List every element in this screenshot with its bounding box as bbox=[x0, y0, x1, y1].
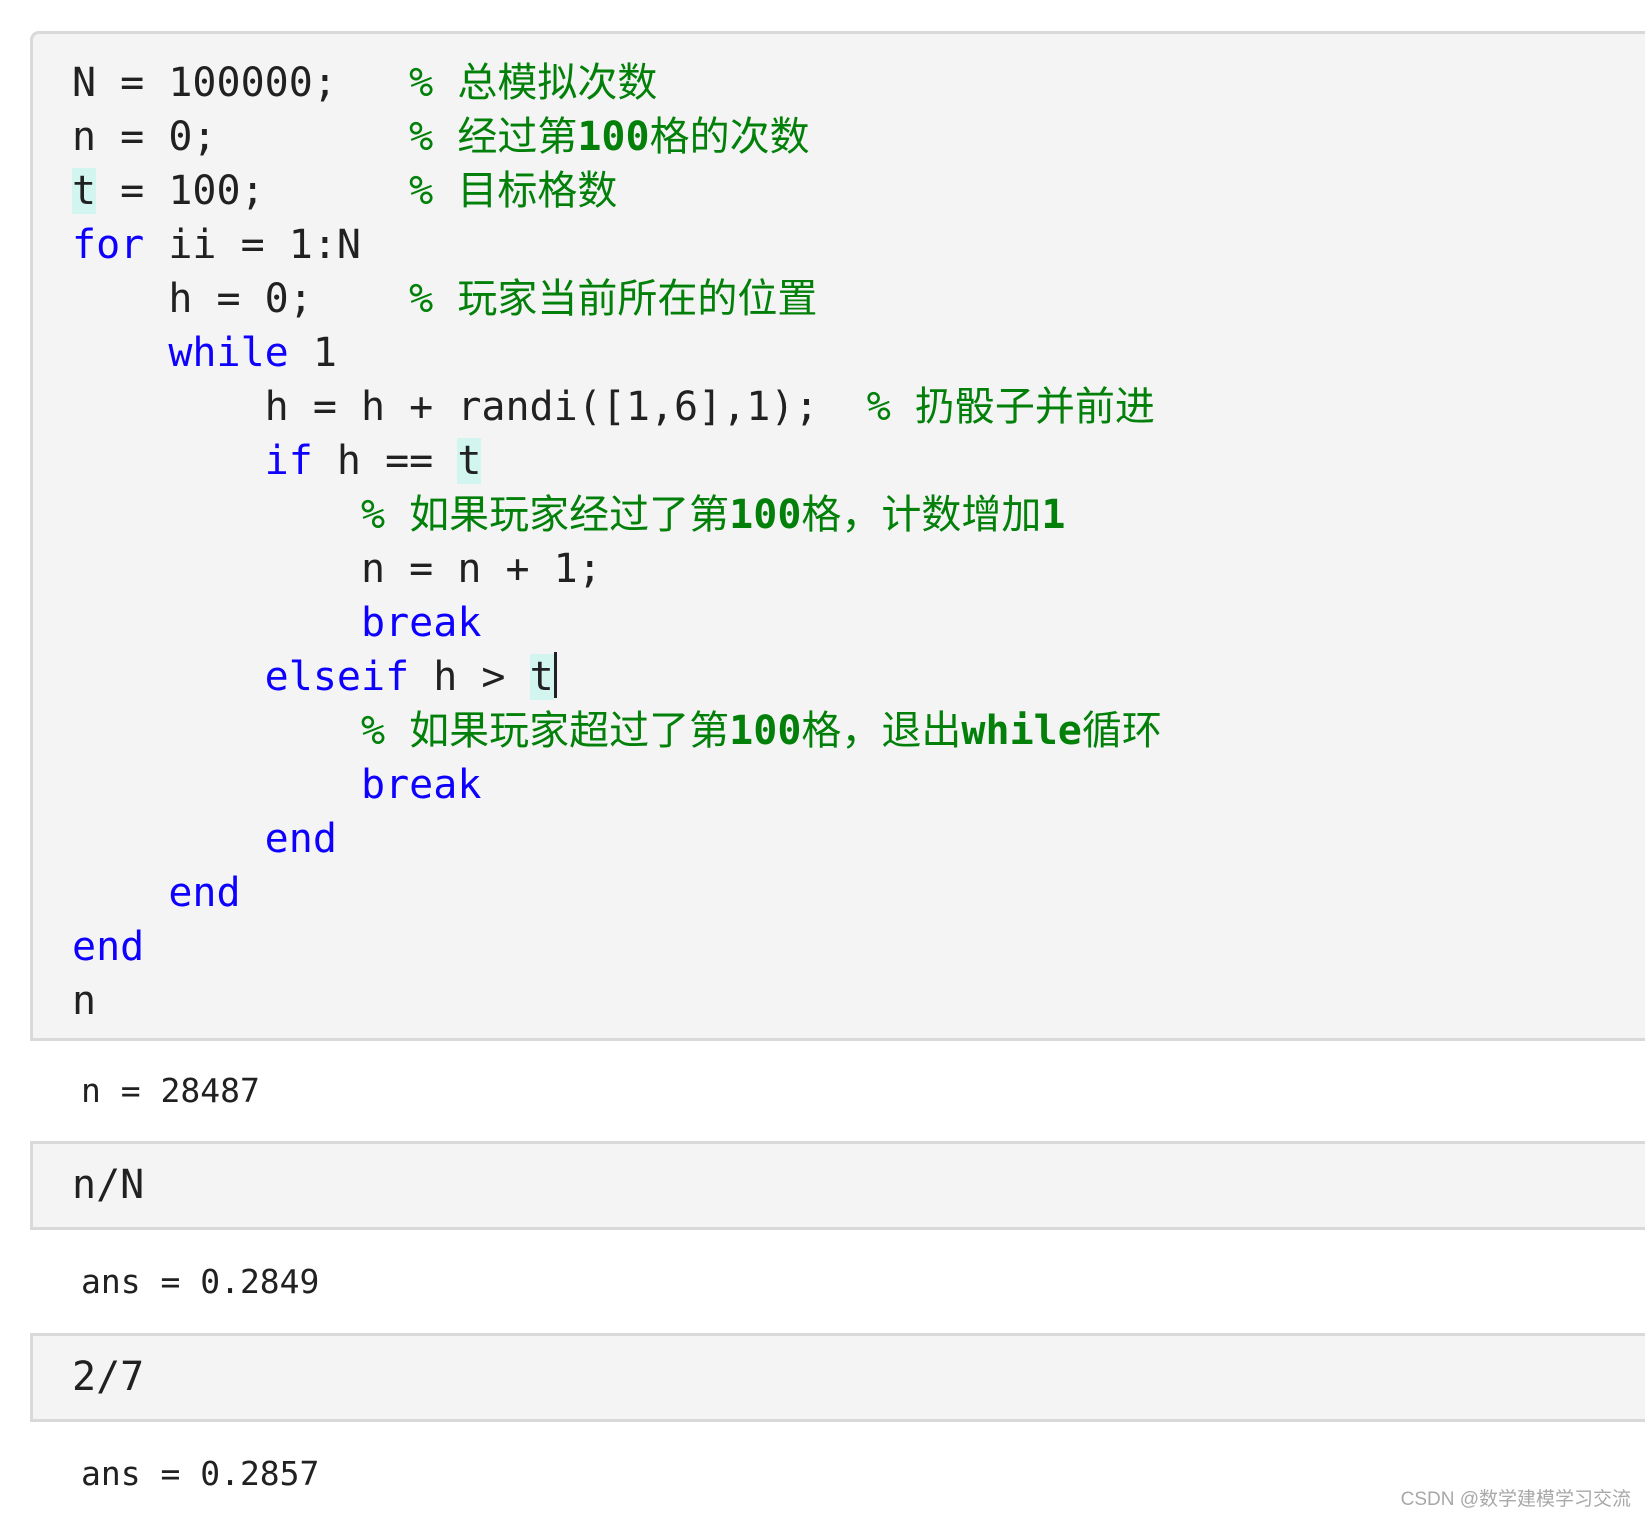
code-line: n = 0; % 经过第100格的次数 bbox=[72, 110, 1162, 164]
comment-text: 如果玩家经过了第 bbox=[409, 492, 730, 538]
keyword: end bbox=[72, 924, 145, 970]
comment-token: 100 bbox=[729, 492, 802, 538]
comment-token: 1 bbox=[1041, 492, 1066, 538]
code-line: n/N bbox=[72, 1158, 144, 1212]
comment: % 玩家当前所在的位置 bbox=[409, 276, 817, 322]
comment: % 如果玩家超过了第100格，退出while循环 bbox=[361, 708, 1162, 754]
highlighted-variable: t bbox=[457, 438, 482, 484]
comment-text: 经过第 bbox=[457, 114, 578, 160]
code-editor[interactable]: 2/7 bbox=[72, 1350, 144, 1404]
cell-output-3: ans = 0.2857 bbox=[81, 1454, 320, 1493]
code-text: n = 0; bbox=[72, 114, 410, 160]
keyword: end bbox=[264, 816, 337, 862]
code-text: h = 0; bbox=[168, 276, 410, 322]
highlighted-variable: t bbox=[529, 654, 554, 700]
comment-token: 100 bbox=[729, 708, 802, 754]
code-line: 2/7 bbox=[72, 1350, 144, 1404]
code-line: while 1 bbox=[72, 326, 1162, 380]
code-line: N = 100000; % 总模拟次数 bbox=[72, 56, 1162, 110]
comment: % 如果玩家经过了第100格，计数增加1 bbox=[361, 492, 1066, 538]
code-text: 1 bbox=[288, 330, 337, 376]
code-line: % 如果玩家经过了第100格，计数增加1 bbox=[72, 488, 1162, 542]
code-line: break bbox=[72, 596, 1162, 650]
code-line: % 如果玩家超过了第100格，退出while循环 bbox=[72, 704, 1162, 758]
code-line: h = h + randi([1,6],1); % 扔骰子并前进 bbox=[72, 380, 1162, 434]
code-line: n = n + 1; bbox=[72, 542, 1162, 596]
keyword: elseif bbox=[264, 654, 410, 700]
keyword: for bbox=[72, 222, 145, 268]
comment-text: 如果玩家超过了第 bbox=[409, 708, 730, 754]
code-line: for ii = 1:N bbox=[72, 218, 1162, 272]
cell-output-2: ans = 0.2849 bbox=[81, 1262, 320, 1301]
comment-symbol: % bbox=[409, 60, 458, 106]
code-line: break bbox=[72, 758, 1162, 812]
comment: % 经过第100格的次数 bbox=[409, 114, 809, 160]
keyword: if bbox=[264, 438, 313, 484]
code-editor[interactable]: n/N bbox=[72, 1158, 144, 1212]
keyword: break bbox=[360, 762, 482, 808]
watermark: CSDN @数学建模学习交流 bbox=[1400, 1489, 1631, 1510]
code-text: N = 100000; bbox=[72, 60, 410, 106]
comment-text: 格的次数 bbox=[649, 114, 810, 160]
keyword: end bbox=[168, 870, 241, 916]
comment: % 总模拟次数 bbox=[409, 60, 657, 106]
comment-symbol: % bbox=[360, 492, 410, 538]
keyword: break bbox=[360, 600, 482, 646]
cell-output-1: n = 28487 bbox=[81, 1071, 260, 1110]
comment-symbol: % bbox=[409, 168, 458, 214]
code-line: end bbox=[72, 866, 1162, 920]
code-line: end bbox=[72, 920, 1162, 974]
code-text: h > bbox=[409, 654, 530, 700]
comment-text: 总模拟次数 bbox=[457, 60, 658, 106]
text-cursor bbox=[553, 652, 557, 698]
code-text: n bbox=[72, 978, 97, 1024]
comment-token: while bbox=[961, 708, 1082, 754]
code-line: end bbox=[72, 812, 1162, 866]
comment-symbol: % bbox=[409, 276, 458, 322]
code-cell-2[interactable]: n/N bbox=[30, 1141, 1645, 1230]
code-text: ii = 1:N bbox=[144, 222, 361, 268]
code-line: t = 100; % 目标格数 bbox=[72, 164, 1162, 218]
comment-symbol: % bbox=[409, 114, 458, 160]
comment-text: 格，计数增加 bbox=[801, 492, 1042, 538]
code-text: 2/7 bbox=[72, 1354, 145, 1400]
keyword: while bbox=[168, 330, 289, 376]
code-cell-1[interactable]: N = 100000; % 总模拟次数 n = 0; % 经过第100格的次数 t … bbox=[30, 31, 1645, 1041]
code-text: h == bbox=[312, 438, 458, 484]
comment-symbol: % bbox=[360, 708, 410, 754]
highlighted-variable: t bbox=[72, 168, 97, 214]
comment-text: 格，退出 bbox=[801, 708, 962, 754]
comment-text: 玩家当前所在的位置 bbox=[457, 276, 818, 322]
code-text: n/N bbox=[72, 1162, 145, 1208]
code-line: h = 0; % 玩家当前所在的位置 bbox=[72, 272, 1162, 326]
code-line: if h == t bbox=[72, 434, 1162, 488]
code-cell-3[interactable]: 2/7 bbox=[30, 1333, 1645, 1422]
comment-symbol: % bbox=[866, 384, 915, 430]
comment-text: 扔骰子并前进 bbox=[914, 384, 1155, 430]
comment-text: 目标格数 bbox=[457, 168, 618, 214]
code-editor[interactable]: N = 100000; % 总模拟次数 n = 0; % 经过第100格的次数 t … bbox=[72, 56, 1162, 1028]
comment: % 目标格数 bbox=[409, 168, 617, 214]
comment-token: 100 bbox=[577, 114, 650, 160]
code-text: h = h + randi([1,6],1); bbox=[264, 384, 867, 430]
code-text: = 100; bbox=[96, 168, 410, 214]
comment: % 扔骰子并前进 bbox=[867, 384, 1155, 430]
code-line: elseif h > t bbox=[72, 650, 1162, 704]
comment-text: 循环 bbox=[1081, 708, 1162, 754]
code-line: n bbox=[72, 974, 1162, 1028]
code-text: n = n + 1; bbox=[360, 546, 602, 592]
